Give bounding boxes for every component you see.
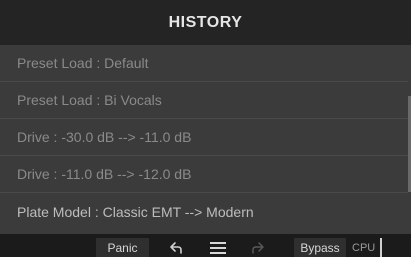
bottom-toolbar: Panic Bypass CPU (0, 234, 411, 257)
hamburger-menu-icon (210, 241, 226, 254)
menu-button[interactable] (207, 238, 229, 257)
history-item-current[interactable]: Plate Model : Classic EMT --> Modern (0, 193, 411, 230)
cpu-meter (380, 238, 382, 257)
cpu-label: CPU (352, 241, 376, 254)
history-item[interactable]: Drive : -11.0 dB --> -12.0 dB (0, 156, 411, 193)
history-item[interactable]: Preset Load : Default (0, 45, 411, 82)
panic-button[interactable]: Panic (96, 238, 149, 257)
redo-button[interactable] (247, 238, 269, 257)
history-panel: HISTORY Preset Load : Default Preset Loa… (0, 0, 411, 234)
history-item-label: Preset Load : Bi Vocals (17, 92, 162, 108)
undo-button[interactable] (165, 238, 187, 257)
redo-arrow-icon (252, 241, 264, 254)
undo-arrow-icon (170, 241, 182, 254)
history-item-label: Drive : -11.0 dB --> -12.0 dB (17, 166, 192, 182)
history-item[interactable]: Drive : -30.0 dB --> -11.0 dB (0, 119, 411, 156)
history-window: HISTORY Preset Load : Default Preset Loa… (0, 0, 411, 257)
history-list: Preset Load : Default Preset Load : Bi V… (0, 45, 411, 234)
history-item-label: Plate Model : Classic EMT --> Modern (17, 203, 254, 220)
history-title: HISTORY (0, 0, 411, 45)
history-item[interactable]: Preset Load : Bi Vocals (0, 82, 411, 119)
history-item-label: Drive : -30.0 dB --> -11.0 dB (17, 129, 192, 145)
history-item-label: Preset Load : Default (17, 55, 149, 71)
bypass-button[interactable]: Bypass (294, 238, 346, 257)
